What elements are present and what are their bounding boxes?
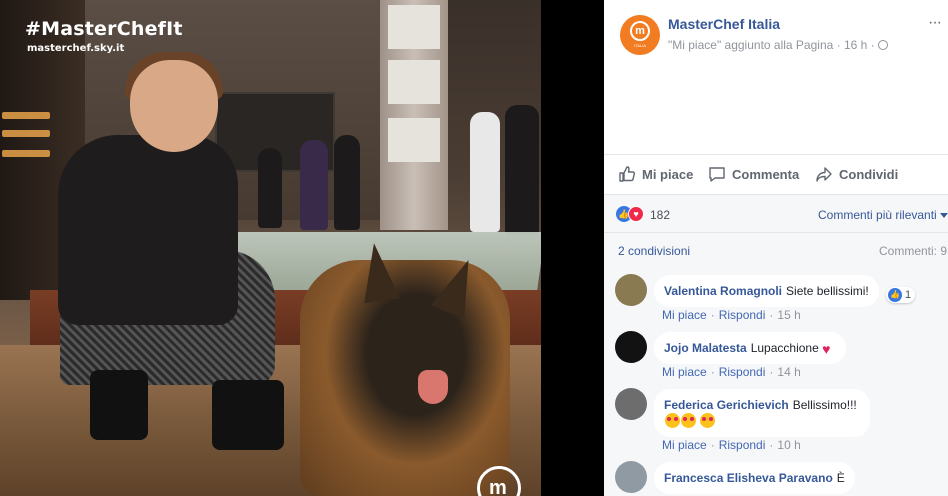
comment-sort-label: Commenti più rilevanti [818, 208, 937, 222]
comment-like-link[interactable]: Mi piace [662, 438, 707, 452]
comment-actions: Mi piace · Rispondi · 10 h [662, 438, 801, 452]
comments-count: Commenti: 9 [879, 244, 948, 258]
avatar-logo-letter: m [630, 21, 650, 41]
comment-time[interactable]: 15 h [777, 308, 800, 322]
shares-count-link[interactable]: 2 condivisioni [618, 244, 690, 258]
comment-bubble: Jojo Malatesta Lupacchione ♥ [654, 332, 847, 364]
comment-author[interactable]: Francesca Elisheva Paravano [664, 471, 833, 485]
comment-reply-link[interactable]: Rispondi [719, 365, 766, 379]
share-icon [816, 167, 832, 182]
post-action-bar: Mi piace Commenta Condividi [604, 154, 948, 194]
heart-eyes-emoji-icon [700, 413, 716, 428]
commenter-avatar[interactable] [615, 274, 647, 306]
comment-like-count: 1 [905, 289, 912, 301]
photo-pillar-window [388, 118, 440, 162]
photo-background-person [470, 112, 500, 232]
like-reaction-icon: 👍 [888, 288, 902, 302]
love-reaction-icon: ♥ [628, 206, 644, 222]
heart-emoji-icon: ♥ [822, 341, 831, 357]
share-button[interactable]: Condividi [815, 165, 898, 183]
like-button[interactable]: Mi piace [618, 165, 693, 183]
photo-boot [90, 370, 148, 440]
post-stats: 2 condivisioni Commenti: 9 [604, 232, 948, 268]
photo-boot [212, 380, 284, 450]
comment-icon [709, 167, 725, 182]
avatar-subtitle: ITALIA [634, 43, 646, 48]
separator: · [769, 438, 774, 452]
photo-dog [300, 260, 510, 496]
comment-like-link[interactable]: Mi piace [662, 308, 707, 322]
comment-button-label: Commenta [732, 166, 800, 182]
photo-dog-tongue [418, 370, 448, 404]
separator: · [710, 365, 715, 379]
more-options-icon[interactable]: ··· [928, 14, 942, 32]
comment-bubble: Valentina Romagnoli Siete bellissimi! [654, 275, 879, 307]
photo-woman-head [130, 60, 218, 152]
heart-eyes-emoji-icon [665, 413, 680, 428]
comment-time[interactable]: 14 h [777, 365, 800, 379]
comment-sort-dropdown[interactable]: Commenti più rilevanti [818, 208, 948, 222]
comment-author[interactable]: Jojo Malatesta [664, 341, 747, 355]
photo-light-stripe [2, 150, 50, 157]
reactions-bar: 👍 ♥ 182 Commenti più rilevanti [604, 194, 948, 232]
photo-light-stripe [2, 130, 50, 137]
comment-actions: Mi piace · Rispondi · 14 h [662, 365, 801, 379]
comment-text: Lupacchione [750, 341, 819, 355]
reaction-icons[interactable]: 👍 ♥ [616, 206, 650, 222]
post-photo[interactable]: #MasterChefIt masterchef.sky.it m [0, 0, 541, 496]
photo-background-person [258, 148, 282, 228]
photo-background-person [334, 135, 360, 230]
comment-author[interactable]: Valentina Romagnoli [664, 284, 782, 298]
photo-hashtag: #MasterChefIt [25, 18, 183, 40]
comment-bubble: Francesca Elisheva Paravano È [654, 462, 855, 494]
comment-time[interactable]: 10 h [777, 438, 800, 452]
comment-list: Valentina Romagnoli Siete bellissimi! 👍 1 … [604, 268, 948, 496]
photo-pillar [380, 0, 448, 230]
page-name-link[interactable]: MasterChef Italia [668, 16, 780, 32]
post-meta: "Mi piace" aggiunto alla Pagina · 16 h · [668, 38, 888, 52]
photo-url: masterchef.sky.it [27, 43, 125, 54]
post-meta-text: "Mi piace" aggiunto alla Pagina · 16 h · [668, 38, 875, 52]
reaction-count[interactable]: 182 [650, 208, 670, 222]
commenter-avatar[interactable] [615, 388, 647, 420]
photo-background-person [505, 105, 539, 235]
share-button-label: Condividi [839, 166, 899, 182]
separator: · [710, 438, 715, 452]
comment-reply-link[interactable]: Rispondi [719, 438, 766, 452]
comment-actions: Mi piace · Rispondi · 15 h [662, 308, 801, 322]
separator: · [769, 365, 774, 379]
comment-text: Siete bellissimi! [786, 284, 869, 298]
separator: · [710, 308, 715, 322]
commenter-avatar[interactable] [615, 461, 647, 493]
chevron-down-icon [939, 213, 948, 218]
comment-reply-link[interactable]: Rispondi [719, 308, 766, 322]
comment-like-badge[interactable]: 👍 1 [886, 287, 916, 303]
photo-light-stripe [2, 112, 50, 119]
photo-pillar-window [388, 5, 440, 49]
photo-pillar-window [388, 60, 440, 104]
thumbs-up-icon [619, 166, 636, 182]
comment-text: È [836, 471, 845, 485]
facebook-photo-viewer: #MasterChefIt masterchef.sky.it m m ITAL… [0, 0, 948, 496]
comment-like-link[interactable]: Mi piace [662, 365, 707, 379]
page-avatar[interactable]: m ITALIA [620, 15, 660, 55]
like-button-label: Mi piace [642, 166, 694, 182]
logo-letter: m [489, 477, 507, 496]
photo-woman-body [58, 135, 238, 325]
comment-author[interactable]: Federica Gerichievich [664, 398, 789, 412]
heart-eyes-emoji-icon [681, 413, 696, 428]
post-side-panel: m ITALIA MasterChef Italia "Mi piace" ag… [604, 0, 948, 496]
globe-icon [877, 40, 888, 50]
separator: · [769, 308, 774, 322]
comment-text: Bellissimo!!! [792, 398, 857, 412]
comment-button[interactable]: Commenta [708, 165, 799, 183]
photo-background-person [300, 140, 328, 230]
commenter-avatar[interactable] [615, 331, 647, 363]
comment-bubble: Federica Gerichievich Bellissimo!!! [654, 389, 870, 437]
